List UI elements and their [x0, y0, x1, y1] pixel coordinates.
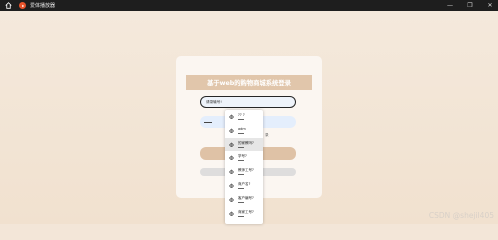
key-icon	[229, 142, 234, 147]
autocomplete-dropdown: ?? ? adm 的家教吗? 学号? 教师工号? 商户名? 客户编号? 商家工号…	[225, 110, 263, 224]
key-icon	[229, 114, 234, 119]
dropdown-item[interactable]: 教师工号?	[225, 165, 263, 179]
dropdown-item-label: 商家工号?	[238, 209, 254, 214]
dropdown-item-mask	[238, 132, 244, 134]
dropdown-item-mask	[238, 187, 244, 189]
dropdown-item-label: 学号?	[238, 154, 247, 159]
close-button[interactable]: ✕	[486, 2, 494, 9]
key-icon	[229, 211, 234, 216]
window-controls: — ❐ ✕	[446, 0, 494, 11]
dropdown-item[interactable]: 商户名?	[225, 179, 263, 193]
dropdown-item-mask	[238, 174, 244, 175]
app-logo-icon	[19, 2, 26, 9]
key-icon	[229, 197, 234, 202]
dropdown-item[interactable]: 客户编号?	[225, 193, 263, 207]
username-input[interactable]: 请录输号!	[200, 96, 296, 108]
dropdown-item-mask	[238, 119, 244, 120]
dropdown-item-label: 的家教吗?	[238, 140, 254, 145]
dropdown-item[interactable]: 商家工号?	[225, 207, 263, 221]
home-icon[interactable]	[5, 2, 12, 9]
key-icon	[229, 128, 234, 133]
dropdown-item-mask	[238, 215, 244, 217]
dropdown-item-label: 商户名?	[238, 181, 251, 186]
dropdown-item-label: 客户编号?	[238, 195, 254, 200]
watermark: CSDN @shejil405	[428, 211, 494, 220]
dropdown-item-mask	[238, 146, 244, 148]
dropdown-item-mask	[238, 201, 244, 203]
helper-text: 录	[265, 133, 269, 137]
key-icon	[229, 183, 234, 188]
key-icon	[229, 155, 234, 161]
password-mask	[204, 121, 212, 123]
maximize-button[interactable]: ❐	[466, 2, 474, 9]
dropdown-item-label: 教师工号?	[238, 168, 254, 173]
key-icon	[229, 169, 234, 175]
minimize-button[interactable]: —	[446, 2, 454, 9]
dropdown-item-label: ?? ?	[238, 113, 245, 117]
login-title: 基于web的购物商城系统登录	[186, 75, 312, 90]
dropdown-item[interactable]: ?? ?	[225, 110, 263, 124]
dropdown-item-mask	[238, 160, 244, 162]
window-title: 爱体播放器	[30, 3, 56, 9]
username-value: 请录输号!	[206, 99, 222, 104]
dropdown-item[interactable]: adm	[225, 124, 263, 138]
dropdown-item[interactable]: 学号?	[225, 151, 263, 165]
window-titlebar: 爱体播放器 — ❐ ✕	[0, 0, 498, 11]
dropdown-item-label: adm	[238, 126, 246, 131]
dropdown-item-active[interactable]: 的家教吗?	[225, 137, 263, 152]
